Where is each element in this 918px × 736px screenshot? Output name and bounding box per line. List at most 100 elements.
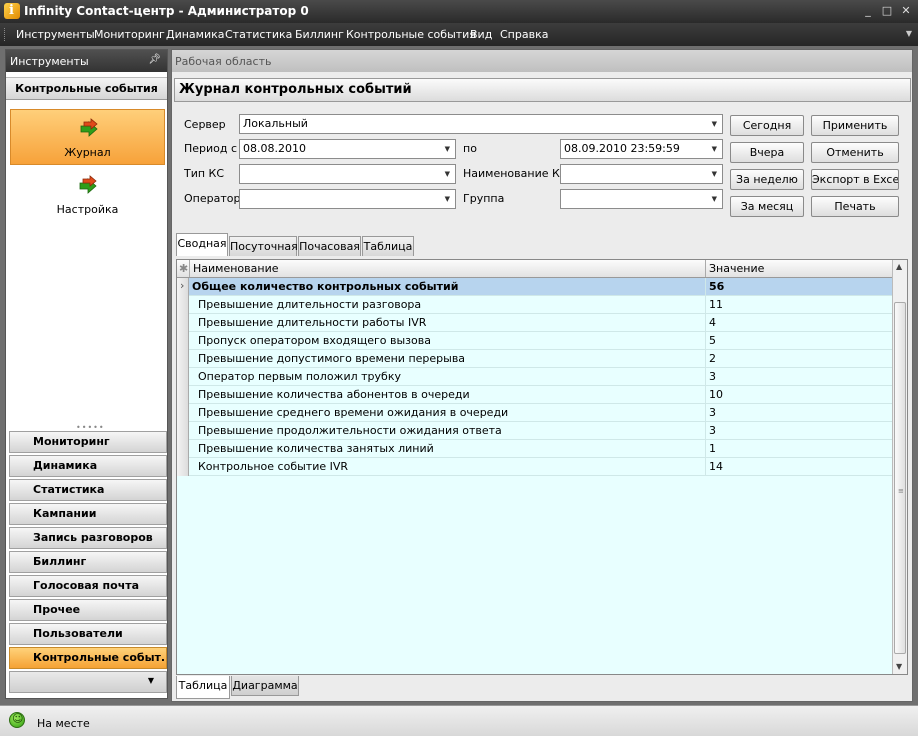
- nav-campaigns[interactable]: Кампании: [9, 503, 167, 525]
- tab-table[interactable]: Таблица: [362, 236, 414, 256]
- table-row[interactable]: Оператор первым положил трубку 3: [177, 368, 893, 386]
- tile-settings[interactable]: Настройка: [10, 167, 165, 223]
- menu-dynamics[interactable]: Динамика: [166, 28, 225, 41]
- row-value: 3: [709, 370, 716, 383]
- tile-journal[interactable]: Журнал: [10, 109, 165, 165]
- tab-table-view[interactable]: Таблица: [176, 676, 230, 699]
- today-button[interactable]: Сегодня: [730, 115, 804, 136]
- status-online-icon[interactable]: [9, 712, 25, 728]
- tab-hourly[interactable]: Почасовая: [298, 236, 361, 256]
- scrollbar-thumb[interactable]: ≡: [894, 302, 906, 654]
- cancel-button[interactable]: Отменить: [811, 142, 899, 163]
- row-name: Превышение количества абонентов в очеред…: [190, 386, 706, 404]
- apply-button[interactable]: Применить: [811, 115, 899, 136]
- column-header-value[interactable]: Значение: [706, 260, 893, 277]
- menu-overflow-icon[interactable]: ▼: [906, 29, 912, 38]
- menu-billing[interactable]: Биллинг: [295, 28, 344, 41]
- print-button[interactable]: Печать: [811, 196, 899, 217]
- table-row[interactable]: Превышение допустимого времени перерыва …: [177, 350, 893, 368]
- row-name: Превышение длительности работы IVR: [190, 314, 706, 332]
- nav-call-recording[interactable]: Запись разговоров: [9, 527, 167, 549]
- export-excel-button[interactable]: Экспорт в Excel: [811, 169, 899, 190]
- row-value: 10: [709, 388, 723, 401]
- table-row[interactable]: Пропуск оператором входящего вызова 5: [177, 332, 893, 350]
- tab-daily[interactable]: Посуточная: [229, 236, 298, 256]
- row-name: Контрольное событие IVR: [190, 458, 706, 476]
- nav-voicemail[interactable]: Голосовая почта: [9, 575, 167, 597]
- scrollbar-grip: ≡: [898, 487, 904, 495]
- table-row[interactable]: Контрольное событие IVR 14: [177, 458, 893, 476]
- table-row[interactable]: Общее количество контрольных событий 56: [177, 278, 893, 296]
- row-selector[interactable]: [177, 350, 189, 368]
- status-bar: На месте: [0, 705, 918, 736]
- work-area-header: Рабочая область: [172, 50, 912, 72]
- row-selector[interactable]: [177, 422, 189, 440]
- select-all-icon[interactable]: ✱: [177, 260, 190, 277]
- tile-settings-label: Настройка: [56, 203, 119, 216]
- row-name: Превышение длительности разговора: [190, 296, 706, 314]
- arrows-icon: [79, 175, 97, 194]
- maximize-button[interactable]: □: [881, 5, 893, 17]
- table-row[interactable]: Превышение длительности работы IVR 4: [177, 314, 893, 332]
- group-select[interactable]: ▼: [560, 189, 723, 209]
- scroll-up-icon[interactable]: ▲: [896, 262, 902, 271]
- period-to-label: по: [463, 142, 477, 155]
- nav-billing[interactable]: Биллинг: [9, 551, 167, 573]
- menu-monitoring[interactable]: Мониторинг: [94, 28, 165, 41]
- week-button[interactable]: За неделю: [730, 169, 804, 190]
- menu-tools[interactable]: Инструменты: [16, 28, 95, 41]
- chevron-down-icon: ▼: [711, 120, 717, 128]
- event-name-select[interactable]: ▼: [560, 164, 723, 184]
- pin-icon[interactable]: 📌︎: [148, 54, 161, 65]
- nav-control-events[interactable]: Контрольные событ...: [9, 647, 167, 669]
- row-value: 2: [709, 352, 716, 365]
- period-from-picker[interactable]: 08.08.2010 ▼: [239, 139, 456, 159]
- row-name: Общее количество контрольных событий: [190, 278, 706, 296]
- menu-control-events[interactable]: Контрольные события: [346, 28, 476, 41]
- row-selector[interactable]: [177, 296, 189, 314]
- column-header-name[interactable]: Наименование: [190, 260, 706, 277]
- work-area: Рабочая область Журнал контрольных событ…: [171, 49, 913, 702]
- scroll-down-icon[interactable]: ▼: [896, 662, 902, 671]
- nav-more-button[interactable]: ▼: [9, 671, 167, 693]
- event-name-label: Наименование КС: [463, 167, 568, 180]
- month-button[interactable]: За месяц: [730, 196, 804, 217]
- tab-summary[interactable]: Сводная: [176, 233, 228, 256]
- row-value: 11: [709, 298, 723, 311]
- nav-users[interactable]: Пользователи: [9, 623, 167, 645]
- row-selector[interactable]: [177, 386, 189, 404]
- menu-statistics[interactable]: Статистика: [225, 28, 292, 41]
- table-row[interactable]: Превышение среднего времени ожидания в о…: [177, 404, 893, 422]
- close-button[interactable]: ✕: [900, 5, 912, 17]
- chevron-down-icon: ▼: [444, 170, 450, 178]
- menu-help[interactable]: Справка: [500, 28, 548, 41]
- table-row[interactable]: Превышение количества абонентов в очеред…: [177, 386, 893, 404]
- row-selector[interactable]: [177, 278, 189, 296]
- nav-monitoring[interactable]: Мониторинг: [9, 431, 167, 453]
- row-selector[interactable]: [177, 440, 189, 458]
- period-to-value: 08.09.2010 23:59:59: [564, 142, 680, 155]
- period-to-picker[interactable]: 08.09.2010 23:59:59 ▼: [560, 139, 723, 159]
- tools-panel-title: Инструменты: [10, 55, 89, 68]
- server-select[interactable]: Локальный ▼: [239, 114, 723, 134]
- row-selector[interactable]: [177, 314, 189, 332]
- row-selector[interactable]: [177, 404, 189, 422]
- row-selector[interactable]: [177, 368, 189, 386]
- menu-view[interactable]: Вид: [470, 28, 492, 41]
- tab-chart-view[interactable]: Диаграмма: [231, 676, 299, 696]
- yesterday-button[interactable]: Вчера: [730, 142, 804, 163]
- table-row[interactable]: Превышение длительности разговора 11: [177, 296, 893, 314]
- row-name: Оператор первым положил трубку: [190, 368, 706, 386]
- nav-statistics[interactable]: Статистика: [9, 479, 167, 501]
- row-selector[interactable]: [177, 332, 189, 350]
- minimize-button[interactable]: _: [862, 5, 874, 17]
- operator-select[interactable]: ▼: [239, 189, 456, 209]
- table-row[interactable]: Превышение количества занятых линий 1: [177, 440, 893, 458]
- table-row[interactable]: Превышение продолжительности ожидания от…: [177, 422, 893, 440]
- type-select[interactable]: ▼: [239, 164, 456, 184]
- vertical-scrollbar[interactable]: ▲ ≡ ▼: [892, 260, 907, 674]
- row-selector[interactable]: [177, 458, 189, 476]
- nav-dynamics[interactable]: Динамика: [9, 455, 167, 477]
- nav-other[interactable]: Прочее: [9, 599, 167, 621]
- title-bar: Infinity Contact-центр - Администратор 0…: [0, 0, 918, 23]
